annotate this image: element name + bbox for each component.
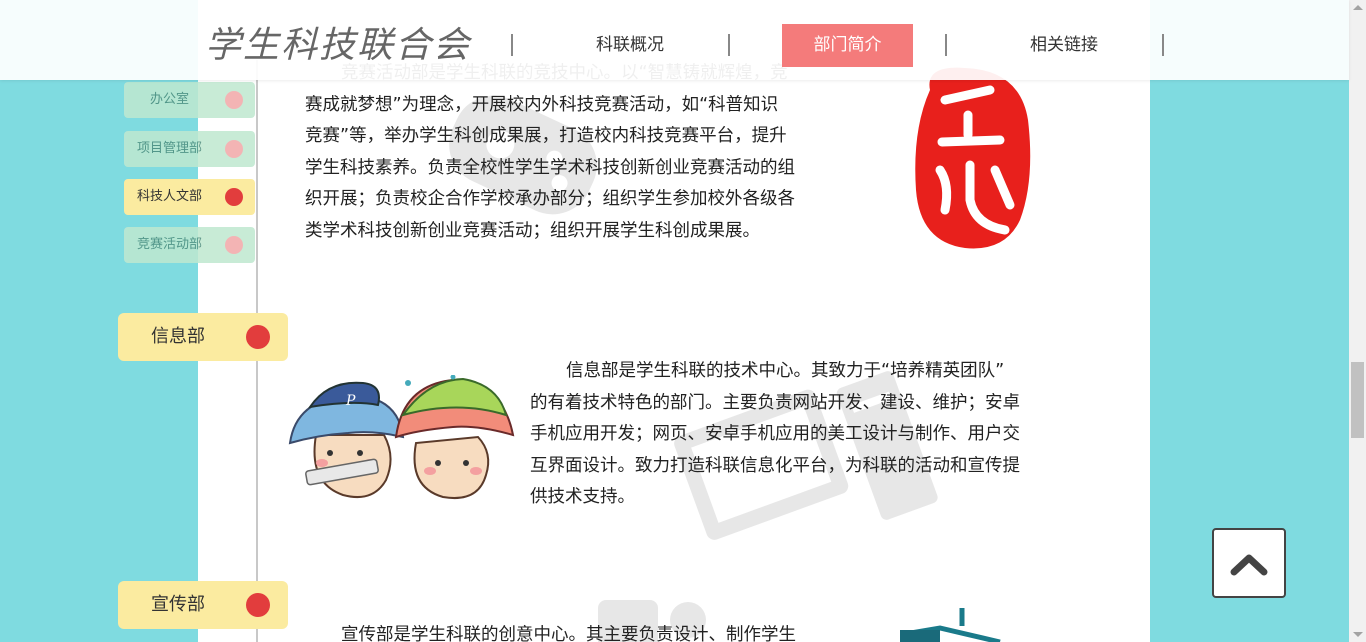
paragraph-line: 学生科技素养。负责全校性学生学术科技创新创业竞赛活动的组 xyxy=(305,157,795,178)
nav-divider xyxy=(511,34,513,56)
status-dot xyxy=(225,91,243,109)
competition-paragraph: 竞赛活动部是学生科联的竞技中心。以“智慧铸就辉煌，竞 赛成就梦想”为理念，开展校… xyxy=(305,58,825,247)
sidebar-item-competition[interactable]: 竞赛活动部 xyxy=(124,227,255,263)
easel-illustration xyxy=(900,608,1001,642)
site-logo[interactable]: 学生科技联合会 xyxy=(205,16,471,68)
section-title: 信息部 xyxy=(151,326,205,347)
mushroom-mascots-illustration: P xyxy=(288,375,515,499)
chevron-up-icon xyxy=(1230,554,1268,576)
sidebar-item-humanities[interactable]: 科技人文部 xyxy=(124,179,255,215)
site-header: 学生科技联合会 科联概况 部门简介 相关链接 xyxy=(0,0,1349,80)
scroll-up-arrow-icon[interactable] xyxy=(1353,5,1363,10)
paragraph-line: 互界面设计。致力打造科联信息化平台，为科联的活动和宣传提 xyxy=(530,455,1020,476)
status-dot xyxy=(246,325,270,349)
nav-divider xyxy=(945,34,947,56)
paragraph-line: 类学术科技创新创业竞赛活动；组织开展学生科创成果展。 xyxy=(305,220,760,241)
nav-item-links[interactable]: 相关链接 xyxy=(998,24,1130,67)
nav-item-departments[interactable]: 部门简介 xyxy=(782,24,913,67)
publicity-paragraph: 宣传部是学生科联的创意中心。其主要负责设计、制作学生 xyxy=(305,620,825,642)
paragraph-line: 竞赛”等，举办学生科创成果展，打造校内科技竞赛平台，提升 xyxy=(305,126,787,146)
status-dot xyxy=(225,188,243,206)
scroll-down-arrow-icon[interactable] xyxy=(1353,632,1363,637)
sidebar-item-label: 竞赛活动部 xyxy=(137,237,203,252)
sidebar-item-label: 科技人文部 xyxy=(137,189,203,204)
paragraph-line: 供技术支持。 xyxy=(530,487,635,507)
section-tab-publicity[interactable]: 宣传部 xyxy=(118,581,288,629)
vertical-scrollbar[interactable] xyxy=(1349,0,1366,642)
sidebar-item-label: 项目管理部 xyxy=(137,141,203,156)
sidebar-item-label: 办公室 xyxy=(150,92,190,107)
paragraph-line: 信息部是学生科联的技术中心。其致力于“培养精英团队” xyxy=(566,361,1005,381)
nav-divider xyxy=(728,34,730,56)
svg-text:P: P xyxy=(345,393,356,409)
paragraph-line: 织开展；负责校企合作学校承办部分；组织学生参加校外各级各 xyxy=(305,189,795,209)
red-seal-icon xyxy=(915,67,1031,249)
info-paragraph: 信息部是学生科联的技术中心。其致力于“培养精英团队” 的有着技术特色的部门。主要… xyxy=(530,356,1050,514)
sidebar-item-office[interactable]: 办公室 xyxy=(124,82,255,118)
back-to-top-button[interactable] xyxy=(1212,528,1286,598)
status-dot xyxy=(225,140,243,158)
nav-divider xyxy=(1162,34,1164,56)
section-tab-info[interactable]: 信息部 xyxy=(118,313,288,361)
paragraph-line: 赛成就梦想”为理念，开展校内外科技竞赛活动，如“科普知识 xyxy=(305,94,779,115)
section-title: 宣传部 xyxy=(151,594,205,615)
status-dot xyxy=(246,593,270,617)
paragraph-line: 宣传部是学生科联的创意中心。其主要负责设计、制作学生 xyxy=(341,625,796,642)
scrollbar-thumb[interactable] xyxy=(1351,362,1364,438)
status-dot xyxy=(225,236,243,254)
paragraph-line: 的有着技术特色的部门。主要负责网站开发、建设、维护；安卓 xyxy=(530,392,1020,413)
paragraph-line: 手机应用开发；网页、安卓手机应用的美工设计与制作、用户交 xyxy=(530,424,1020,444)
sidebar-item-project-management[interactable]: 项目管理部 xyxy=(124,131,255,167)
nav-item-overview[interactable]: 科联概况 xyxy=(565,24,695,67)
